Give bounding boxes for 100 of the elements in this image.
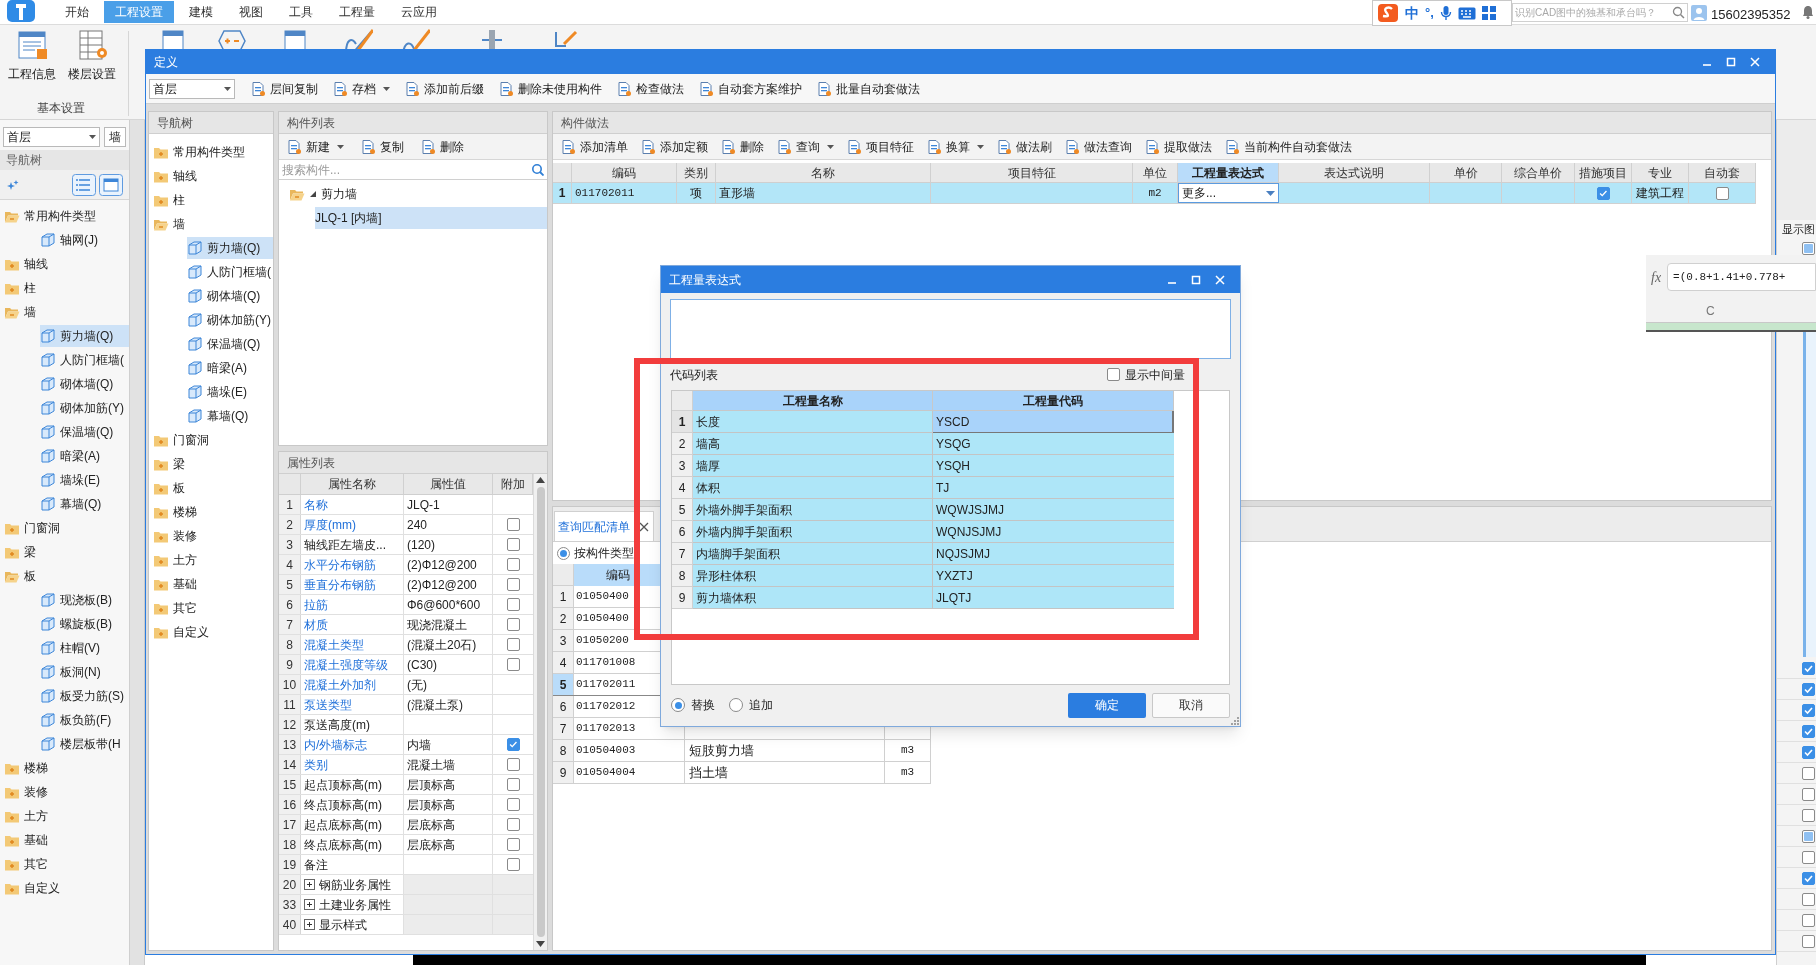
grid-icon[interactable]: [1481, 6, 1496, 20]
checkbox[interactable]: [506, 858, 520, 871]
tree-item[interactable]: 板: [153, 477, 189, 499]
property-value[interactable]: (C30): [404, 655, 493, 674]
checkbox[interactable]: [1802, 241, 1815, 255]
row-number[interactable]: 8: [553, 740, 574, 761]
toolbar-button[interactable]: 层间复制: [245, 77, 323, 100]
ime-punctuation[interactable]: °,: [1425, 3, 1434, 23]
row-number[interactable]: 9: [672, 587, 693, 609]
checkbox[interactable]: [1715, 186, 1729, 200]
column-header[interactable]: 项目特征: [931, 163, 1133, 182]
tree-item[interactable]: 柱: [153, 189, 189, 211]
row-number[interactable]: 3: [553, 630, 574, 651]
keyboard-icon[interactable]: [1457, 6, 1476, 20]
property-value[interactable]: JLQ-1: [404, 495, 493, 514]
table-cell[interactable]: WQNJSJMJ: [933, 521, 1174, 543]
dialog-button[interactable]: 确定: [1068, 692, 1146, 718]
floor-select[interactable]: 首层: [149, 78, 235, 99]
tree-item[interactable]: 保温墙(Q): [187, 333, 265, 355]
property-value[interactable]: (2)Φ12@200: [404, 575, 493, 594]
tree-item[interactable]: 板: [4, 565, 40, 587]
row-number[interactable]: 6: [553, 696, 574, 717]
row-number[interactable]: 5: [553, 674, 574, 695]
tree-item[interactable]: 装修: [153, 525, 201, 547]
microphone-icon[interactable]: [1439, 5, 1452, 21]
checkbox[interactable]: [1107, 368, 1120, 381]
table-cell[interactable]: 墙高: [693, 433, 933, 455]
checkbox[interactable]: [506, 558, 520, 571]
tree-item[interactable]: 其它: [4, 853, 52, 875]
row-number[interactable]: 4: [672, 477, 693, 499]
table-cell[interactable]: 长度: [693, 411, 933, 433]
tree-item[interactable]: 门窗洞: [153, 429, 213, 451]
tree-item[interactable]: 基础: [4, 829, 52, 851]
checkbox[interactable]: [506, 638, 520, 651]
row-number[interactable]: 1: [553, 586, 574, 607]
checkbox[interactable]: [506, 738, 520, 751]
property-value[interactable]: 内墙: [404, 735, 493, 754]
column-header[interactable]: 单价: [1430, 163, 1502, 182]
tree-item[interactable]: 人防门框墙(: [187, 261, 275, 283]
query-tab[interactable]: 查询匹配清单: [554, 511, 654, 541]
row-number[interactable]: 4: [553, 652, 574, 673]
tree-item[interactable]: 幕墙(Q): [187, 405, 253, 427]
checkbox[interactable]: [506, 618, 520, 631]
toolbar-button[interactable]: 删除: [715, 135, 769, 158]
checkbox[interactable]: [1802, 745, 1815, 759]
ribbon-tab[interactable]: 视图: [228, 1, 274, 23]
toolbar-button[interactable]: 添加前后缀: [399, 77, 489, 100]
checkbox[interactable]: [506, 658, 520, 671]
checkbox[interactable]: [1802, 661, 1815, 675]
toolbar-button[interactable]: 存档: [327, 77, 395, 100]
tree-item[interactable]: 梁: [153, 453, 189, 475]
checkbox[interactable]: [1596, 186, 1610, 200]
tree-item[interactable]: JLQ-1 [内墙]: [315, 207, 547, 229]
ribbon-button[interactable]: 工程信息: [6, 29, 58, 83]
checkbox[interactable]: [1802, 934, 1815, 948]
property-value[interactable]: 层顶标高: [404, 795, 493, 814]
sparkle-icon[interactable]: [6, 178, 20, 191]
tree-item[interactable]: 板负筋(F): [40, 709, 116, 731]
row-number[interactable]: 2: [553, 608, 574, 629]
tree-item[interactable]: 基础: [153, 573, 201, 595]
card-view-icon[interactable]: [99, 173, 123, 196]
toolbar-button[interactable]: 添加定额: [635, 135, 713, 158]
tree-item[interactable]: 轴网(J): [40, 229, 102, 251]
property-value[interactable]: (120): [404, 535, 493, 554]
checkbox[interactable]: [1802, 703, 1815, 717]
checkbox[interactable]: [1802, 766, 1815, 780]
tree-item[interactable]: 砌体加筋(Y): [40, 397, 128, 419]
toolbar-button[interactable]: 提取做法: [1139, 135, 1217, 158]
table-cell[interactable]: TJ: [933, 477, 1174, 499]
property-value[interactable]: (混凝土泵): [404, 695, 493, 714]
table-cell[interactable]: YXZTJ: [933, 565, 1174, 587]
formula-field[interactable]: =(0.8+1.41+0.778+: [1667, 263, 1816, 291]
toolbar-button[interactable]: 查询: [771, 135, 839, 158]
checkbox[interactable]: [506, 818, 520, 831]
checkbox[interactable]: [1802, 871, 1815, 885]
dropdown-field[interactable]: 更多...: [1178, 183, 1279, 203]
checkbox[interactable]: [1802, 787, 1815, 801]
bell-icon[interactable]: [1802, 5, 1814, 19]
table-cell[interactable]: 剪力墙体积: [693, 587, 933, 609]
row-number[interactable]: 5: [672, 499, 693, 521]
toolbar-button[interactable]: 新建: [281, 135, 349, 158]
ribbon-tab[interactable]: 建模: [178, 1, 224, 23]
property-value[interactable]: 现浇混凝土: [404, 615, 493, 634]
close-icon[interactable]: [1213, 272, 1227, 287]
tree-item[interactable]: 人防门框墙(: [40, 349, 128, 371]
row-number[interactable]: 6: [672, 521, 693, 543]
close-icon[interactable]: [1748, 55, 1762, 69]
dialog-button[interactable]: 取消: [1152, 692, 1230, 718]
checkbox[interactable]: [1802, 850, 1815, 864]
tree-item[interactable]: 墙垛(E): [187, 381, 251, 403]
toolbar-button[interactable]: 做法刷: [991, 135, 1057, 158]
column-header[interactable]: 专业: [1632, 163, 1689, 182]
tree-item[interactable]: 常用构件类型: [153, 141, 249, 163]
toolbar-button[interactable]: 自动套方案维护: [693, 77, 807, 100]
table-cell[interactable]: 内墙脚手架面积: [693, 543, 933, 565]
property-value[interactable]: 层底标高: [404, 835, 493, 854]
column-header[interactable]: 综合单价: [1502, 163, 1575, 182]
tree-item[interactable]: 轴线: [4, 253, 52, 275]
toolbar-button[interactable]: 复制: [355, 135, 409, 158]
tree-item[interactable]: 幕墙(Q): [40, 493, 106, 515]
